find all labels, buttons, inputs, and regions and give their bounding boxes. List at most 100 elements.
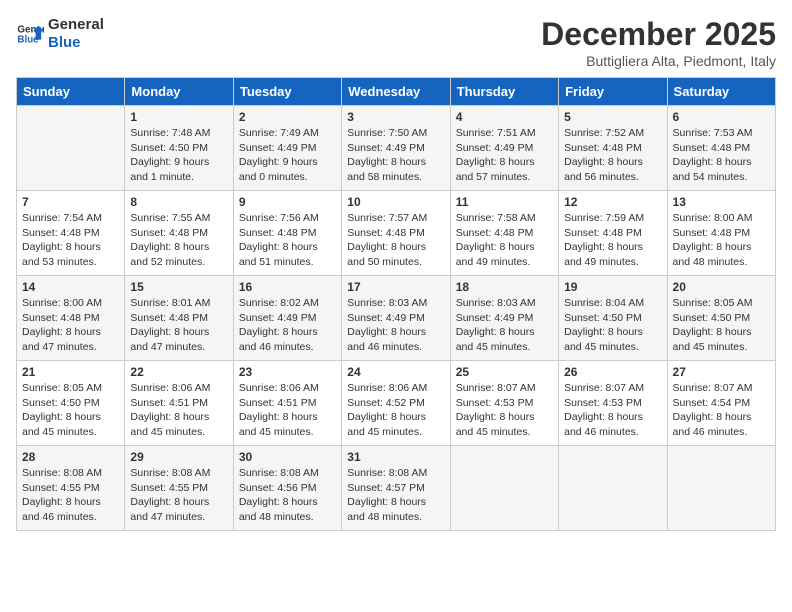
daylight-text: and 51 minutes. <box>239 255 336 270</box>
day-number: 27 <box>673 365 770 379</box>
daylight-text: Daylight: 8 hours <box>130 495 227 510</box>
calendar-cell: 27 Sunrise: 8:07 AMSunset: 4:54 PMDayligh… <box>667 361 775 446</box>
cell-info: Sunrise: 8:07 AMSunset: 4:54 PMDaylight:… <box>673 381 770 440</box>
sunset-text: Sunset: 4:48 PM <box>130 311 227 326</box>
calendar-cell: 8 Sunrise: 7:55 AMSunset: 4:48 PMDaylight… <box>125 191 233 276</box>
daylight-text: Daylight: 8 hours <box>130 240 227 255</box>
cell-info: Sunrise: 8:08 AMSunset: 4:55 PMDaylight:… <box>22 466 119 525</box>
sunset-text: Sunset: 4:48 PM <box>22 226 119 241</box>
day-number: 25 <box>456 365 553 379</box>
sunset-text: Sunset: 4:49 PM <box>239 141 336 156</box>
sunrise-text: Sunrise: 7:51 AM <box>456 126 553 141</box>
day-number: 23 <box>239 365 336 379</box>
sunrise-text: Sunrise: 8:00 AM <box>673 211 770 226</box>
week-row-1: 1Sunrise: 7:48 AMSunset: 4:50 PMDaylight… <box>17 106 776 191</box>
sunrise-text: Sunrise: 8:08 AM <box>130 466 227 481</box>
daylight-text: and 45 minutes. <box>239 425 336 440</box>
sunrise-text: Sunrise: 8:00 AM <box>22 296 119 311</box>
sunrise-text: Sunrise: 8:08 AM <box>239 466 336 481</box>
daylight-text: and 48 minutes. <box>239 510 336 525</box>
cell-info: Sunrise: 8:06 AMSunset: 4:51 PMDaylight:… <box>130 381 227 440</box>
day-number: 9 <box>239 195 336 209</box>
day-number: 6 <box>673 110 770 124</box>
sunrise-text: Sunrise: 8:07 AM <box>673 381 770 396</box>
sunset-text: Sunset: 4:50 PM <box>673 311 770 326</box>
day-number: 24 <box>347 365 444 379</box>
calendar-cell: 20Sunrise: 8:05 AMSunset: 4:50 PMDayligh… <box>667 276 775 361</box>
sunrise-text: Sunrise: 8:07 AM <box>456 381 553 396</box>
calendar-cell: 16Sunrise: 8:02 AMSunset: 4:49 PMDayligh… <box>233 276 341 361</box>
daylight-text: and 47 minutes. <box>22 340 119 355</box>
daylight-text: and 54 minutes. <box>673 170 770 185</box>
daylight-text: Daylight: 8 hours <box>347 495 444 510</box>
daylight-text: Daylight: 8 hours <box>673 155 770 170</box>
sunset-text: Sunset: 4:51 PM <box>239 396 336 411</box>
sunset-text: Sunset: 4:56 PM <box>239 481 336 496</box>
page-header: General Blue General Blue December 2025 … <box>16 16 776 69</box>
sunrise-text: Sunrise: 8:03 AM <box>347 296 444 311</box>
sunset-text: Sunset: 4:50 PM <box>22 396 119 411</box>
sunset-text: Sunset: 4:54 PM <box>673 396 770 411</box>
calendar-cell: 17Sunrise: 8:03 AMSunset: 4:49 PMDayligh… <box>342 276 450 361</box>
day-number: 8 <box>130 195 227 209</box>
cell-info: Sunrise: 8:07 AMSunset: 4:53 PMDaylight:… <box>456 381 553 440</box>
cell-info: Sunrise: 7:50 AMSunset: 4:49 PMDaylight:… <box>347 126 444 185</box>
calendar-cell <box>450 446 558 531</box>
calendar-cell: 13Sunrise: 8:00 AMSunset: 4:48 PMDayligh… <box>667 191 775 276</box>
column-header-wednesday: Wednesday <box>342 78 450 106</box>
cell-info: Sunrise: 7:55 AMSunset: 4:48 PMDaylight:… <box>130 211 227 270</box>
daylight-text: and 53 minutes. <box>22 255 119 270</box>
cell-info: Sunrise: 7:54 AMSunset: 4:48 PMDaylight:… <box>22 211 119 270</box>
sunrise-text: Sunrise: 8:08 AM <box>347 466 444 481</box>
daylight-text: Daylight: 8 hours <box>22 240 119 255</box>
cell-info: Sunrise: 8:02 AMSunset: 4:49 PMDaylight:… <box>239 296 336 355</box>
daylight-text: Daylight: 8 hours <box>456 410 553 425</box>
sunset-text: Sunset: 4:48 PM <box>130 226 227 241</box>
daylight-text: Daylight: 8 hours <box>22 410 119 425</box>
daylight-text: Daylight: 8 hours <box>239 240 336 255</box>
calendar-cell: 12Sunrise: 7:59 AMSunset: 4:48 PMDayligh… <box>559 191 667 276</box>
day-number: 28 <box>22 450 119 464</box>
sunrise-text: Sunrise: 7:59 AM <box>564 211 661 226</box>
daylight-text: and 45 minutes. <box>564 340 661 355</box>
daylight-text: Daylight: 8 hours <box>456 240 553 255</box>
cell-info: Sunrise: 8:07 AMSunset: 4:53 PMDaylight:… <box>564 381 661 440</box>
sunrise-text: Sunrise: 8:04 AM <box>564 296 661 311</box>
daylight-text: Daylight: 8 hours <box>564 155 661 170</box>
daylight-text: and 1 minute. <box>130 170 227 185</box>
sunrise-text: Sunrise: 7:49 AM <box>239 126 336 141</box>
calendar-cell: 24Sunrise: 8:06 AMSunset: 4:52 PMDayligh… <box>342 361 450 446</box>
sunrise-text: Sunrise: 8:01 AM <box>130 296 227 311</box>
calendar-cell: 10Sunrise: 7:57 AMSunset: 4:48 PMDayligh… <box>342 191 450 276</box>
day-number: 29 <box>130 450 227 464</box>
cell-info: Sunrise: 8:01 AMSunset: 4:48 PMDaylight:… <box>130 296 227 355</box>
calendar-cell: 3Sunrise: 7:50 AMSunset: 4:49 PMDaylight… <box>342 106 450 191</box>
sunrise-text: Sunrise: 8:07 AM <box>564 381 661 396</box>
sunset-text: Sunset: 4:48 PM <box>456 226 553 241</box>
sunrise-text: Sunrise: 8:06 AM <box>130 381 227 396</box>
day-number: 17 <box>347 280 444 294</box>
sunset-text: Sunset: 4:49 PM <box>456 141 553 156</box>
daylight-text: Daylight: 9 hours <box>239 155 336 170</box>
calendar-cell <box>559 446 667 531</box>
calendar-body: 1Sunrise: 7:48 AMSunset: 4:50 PMDaylight… <box>17 106 776 531</box>
sunset-text: Sunset: 4:50 PM <box>564 311 661 326</box>
day-number: 11 <box>456 195 553 209</box>
cell-info: Sunrise: 8:08 AMSunset: 4:57 PMDaylight:… <box>347 466 444 525</box>
daylight-text: and 45 minutes. <box>130 425 227 440</box>
calendar-cell: 6Sunrise: 7:53 AMSunset: 4:48 PMDaylight… <box>667 106 775 191</box>
sunset-text: Sunset: 4:51 PM <box>130 396 227 411</box>
sunrise-text: Sunrise: 8:06 AM <box>239 381 336 396</box>
location: Buttigliera Alta, Piedmont, Italy <box>541 53 776 69</box>
calendar-cell: 5Sunrise: 7:52 AMSunset: 4:48 PMDaylight… <box>559 106 667 191</box>
daylight-text: Daylight: 8 hours <box>456 325 553 340</box>
sunrise-text: Sunrise: 7:52 AM <box>564 126 661 141</box>
cell-info: Sunrise: 7:58 AMSunset: 4:48 PMDaylight:… <box>456 211 553 270</box>
cell-info: Sunrise: 8:03 AMSunset: 4:49 PMDaylight:… <box>456 296 553 355</box>
column-header-saturday: Saturday <box>667 78 775 106</box>
daylight-text: and 46 minutes. <box>239 340 336 355</box>
column-header-sunday: Sunday <box>17 78 125 106</box>
daylight-text: Daylight: 8 hours <box>564 240 661 255</box>
cell-info: Sunrise: 8:08 AMSunset: 4:56 PMDaylight:… <box>239 466 336 525</box>
daylight-text: Daylight: 8 hours <box>456 155 553 170</box>
